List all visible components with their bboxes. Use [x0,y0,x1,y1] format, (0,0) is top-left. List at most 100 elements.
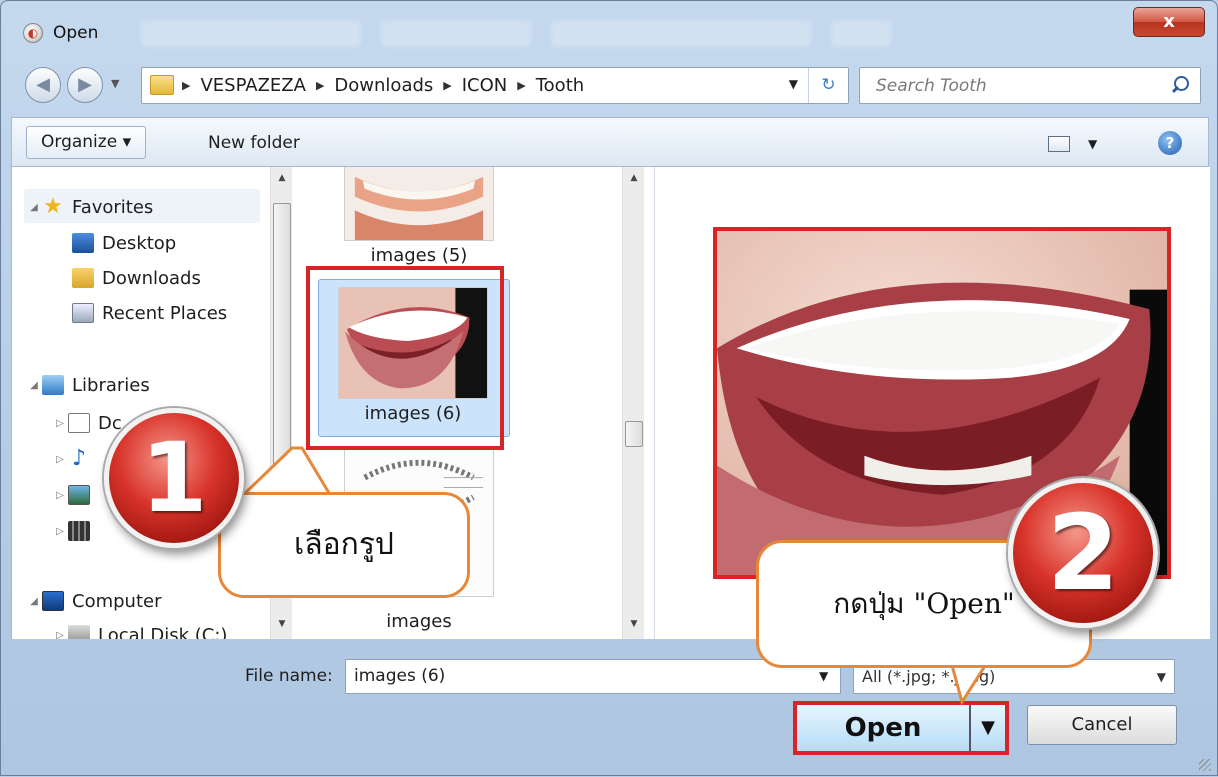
expand-arrow-icon[interactable]: ▷ [52,418,68,429]
background-tab-ghost [141,21,361,47]
breadcrumb-item[interactable]: Downloads [334,75,433,96]
callout-2-text: กดปุ่ม "Open" [833,587,1015,620]
resize-grip-icon[interactable] [1199,759,1211,771]
address-history-dropdown[interactable]: ▼ [789,77,798,91]
nav-libraries[interactable]: ◢ Libraries [26,369,150,401]
breadcrumb-separator-icon: ▶ [315,79,325,92]
forward-button[interactable]: ▶ [67,67,103,103]
nav-pictures[interactable]: ▷ [52,479,98,511]
nav-downloads[interactable]: Downloads [72,262,201,294]
folder-icon [150,75,174,95]
view-options-dropdown[interactable]: ▼ [1088,137,1097,151]
breadcrumb-item[interactable]: VESPAZEZA [200,75,305,96]
star-icon: ★ [43,194,63,219]
callout-1-text: เลือกรูป [294,527,394,562]
nav-libraries-label: Libraries [72,374,150,396]
nav-item-label: Recent Places [102,302,228,324]
address-bar[interactable]: ▶ VESPAZEZA ▶ Downloads ▶ ICON ▶ Tooth ▼… [141,67,849,104]
scroll-down-icon[interactable]: ▼ [623,613,645,635]
change-view-icon[interactable] [1048,136,1070,152]
file-thumbnail [344,167,494,241]
nav-favorites-label: Favorites [72,196,154,218]
local-disk-icon [68,625,90,639]
back-button[interactable]: ◀ [25,67,61,103]
nav-computer[interactable]: ◢ Computer [26,585,161,617]
file-name-dropdown[interactable]: ▼ [819,669,828,683]
step-2-badge: 2 [1008,478,1158,628]
recent-locations-dropdown[interactable]: ▼ [111,77,119,90]
step-1-badge: 1 [104,408,244,548]
downloads-folder-icon [72,268,94,288]
expand-arrow-icon[interactable]: ▷ [52,526,68,537]
search-input[interactable]: Search Tooth [859,67,1201,104]
scroll-down-icon[interactable]: ▼ [271,613,293,635]
scroll-up-icon[interactable]: ▲ [623,167,645,189]
new-folder-button[interactable]: New folder [208,133,300,153]
file-tile[interactable]: images (5) [334,167,494,267]
videos-icon [68,521,90,541]
computer-icon [42,591,64,611]
file-name-field[interactable]: images (6) [345,659,841,694]
refresh-button[interactable]: ↻ [808,68,848,103]
callout-1: เลือกรูป [218,492,470,598]
file-name-label: File name: [245,666,333,686]
app-icon: ◐ [23,23,43,43]
selection-highlight-box [306,266,504,450]
nav-item-label: Desktop [102,232,177,254]
forward-arrow-icon: ▶ [78,74,92,95]
command-toolbar: Organize ▾ New folder ▼ ? [11,117,1209,167]
nav-music[interactable]: ▷ ♪ [52,443,98,475]
file-name: images (5) [370,245,468,266]
background-tab-ghost [381,21,531,47]
nav-item-label: Downloads [102,267,201,289]
refresh-icon: ↻ [821,75,836,95]
scroll-up-icon[interactable]: ▲ [271,167,293,189]
music-icon: ♪ [71,446,87,471]
close-button[interactable]: x [1133,7,1205,37]
nav-videos[interactable]: ▷ [52,515,98,547]
recent-places-icon [72,303,94,323]
collapse-arrow-icon[interactable]: ◢ [26,596,42,607]
background-tab-ghost [551,21,811,47]
search-placeholder: Search Tooth [876,76,987,96]
nav-item-label: Local Disk (C:) [98,624,228,640]
nav-documents[interactable]: ▷ Dc [52,407,122,439]
close-icon: x [1163,11,1175,32]
file-name: images [386,611,452,632]
open-button-label: Open [797,705,971,751]
background-tab-ghost [831,21,891,47]
breadcrumb-separator-icon: ▶ [443,79,452,92]
expand-arrow-icon[interactable]: ▷ [52,630,68,640]
dentures-image [345,167,493,240]
title-bar: ◐ Open x [1,1,1217,61]
breadcrumb-separator-icon: ▶ [182,79,191,92]
nav-computer-label: Computer [72,590,162,612]
organize-button[interactable]: Organize ▾ [26,126,147,159]
desktop-icon [72,233,94,253]
search-icon[interactable] [1170,74,1190,96]
file-list-scrollbar[interactable]: ▲ ▼ [622,167,644,639]
nav-local-disk[interactable]: ▷ Local Disk (C:) [52,619,227,639]
cancel-button[interactable]: Cancel [1027,705,1177,745]
open-split-arrow-icon[interactable]: ▼ [981,717,995,738]
breadcrumb-item[interactable]: ICON [462,75,508,96]
expand-arrow-icon[interactable]: ▷ [52,490,68,501]
pictures-icon [68,485,90,505]
nav-favorites[interactable]: ◢ ★ Favorites [26,191,153,223]
collapse-arrow-icon[interactable]: ◢ [26,202,42,213]
chevron-down-icon: ▼ [1156,670,1166,684]
collapse-arrow-icon[interactable]: ◢ [26,380,42,391]
window-title: Open [53,23,99,43]
nav-recent-places[interactable]: Recent Places [72,297,227,329]
scroll-thumb[interactable] [625,421,643,447]
breadcrumb-item[interactable]: Tooth [536,75,584,96]
nav-desktop[interactable]: Desktop [72,227,176,259]
nav-item-label: Dc [98,412,122,434]
help-icon[interactable]: ? [1158,131,1182,155]
back-arrow-icon: ◀ [36,74,50,95]
libraries-icon [42,375,64,395]
documents-icon [68,413,90,433]
breadcrumb-separator-icon: ▶ [517,79,526,92]
expand-arrow-icon[interactable]: ▷ [52,454,68,465]
open-button[interactable]: Open ▼ [793,701,1009,755]
